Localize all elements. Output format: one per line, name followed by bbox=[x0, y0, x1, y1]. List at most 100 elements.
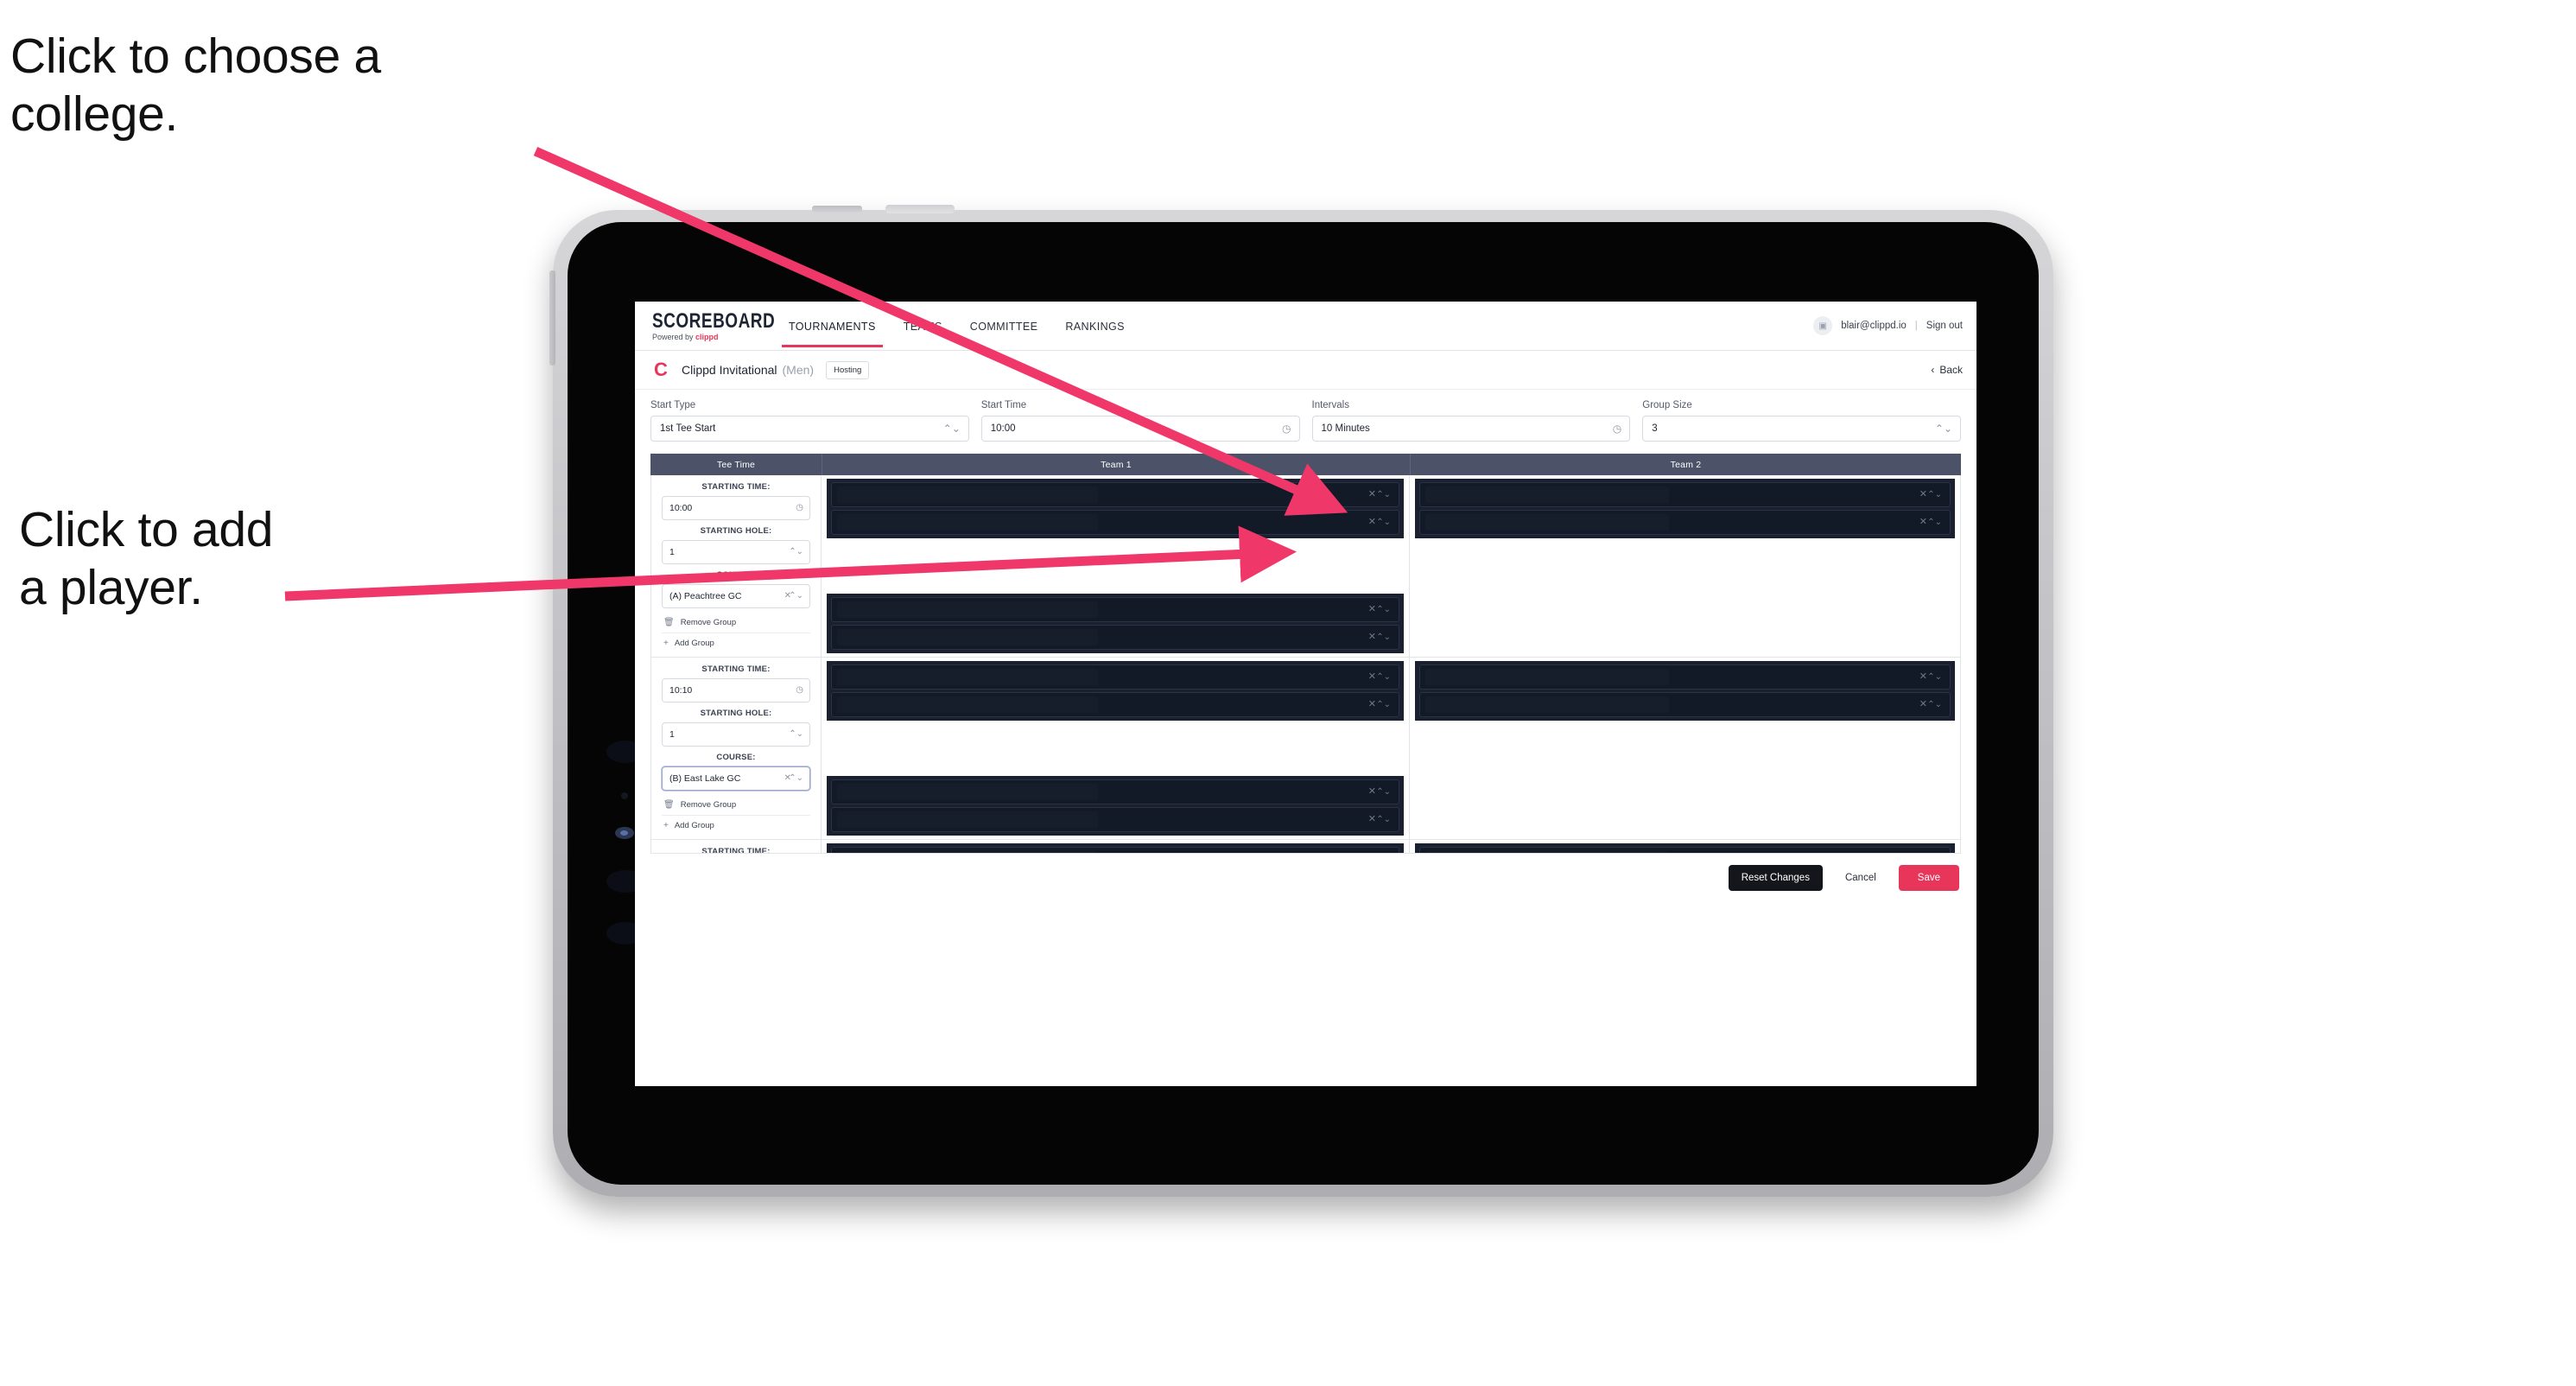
player-select-row[interactable]: ✕⌃⌄ bbox=[831, 510, 1399, 535]
back-button[interactable]: ‹ Back bbox=[1931, 351, 1963, 389]
player-group-team2: ✕⌃⌄✕⌃⌄ bbox=[1415, 661, 1955, 721]
starting-hole-stepper-value: 1 bbox=[669, 547, 675, 557]
starting-hole-label: STARTING HOLE: bbox=[700, 526, 772, 536]
course-select-value: (B) East Lake GC bbox=[669, 773, 741, 784]
player-select-row[interactable]: ✕⌃⌄ bbox=[1419, 692, 1951, 717]
player-group-team1: ✕⌃⌄✕⌃⌄ bbox=[827, 661, 1404, 721]
team-2-cell: ✕⌃⌄✕⌃⌄ bbox=[1410, 658, 1960, 839]
start-type-select[interactable]: 1st Tee Start ⌃⌄ bbox=[650, 416, 969, 442]
clear-icon[interactable]: ✕ bbox=[1368, 815, 1376, 824]
player-select-row[interactable]: ✕⌃⌄ bbox=[1419, 510, 1951, 535]
course-label: COURSE: bbox=[716, 753, 756, 762]
clear-icon[interactable]: ✕ bbox=[1368, 787, 1376, 797]
player-select-row[interactable]: ✕⌃⌄ bbox=[831, 692, 1399, 717]
chevron-updown-icon[interactable]: ⌃⌄ bbox=[1376, 815, 1391, 824]
clear-icon[interactable]: ✕ bbox=[1368, 633, 1376, 642]
course-select-value: (A) Peachtree GC bbox=[669, 591, 742, 601]
add-group-button[interactable]: + Add Group bbox=[662, 635, 810, 652]
player-select-row[interactable]: ✕⌃⌄ bbox=[831, 847, 1399, 853]
tablet-power-button[interactable] bbox=[885, 205, 955, 213]
chevron-updown-icon[interactable]: ⌃⌄ bbox=[789, 774, 803, 783]
tab-teams[interactable]: TEAMS bbox=[890, 305, 956, 347]
player-select-row[interactable]: ✕⌃⌄ bbox=[831, 482, 1399, 507]
starting-hole-stepper-value: 1 bbox=[669, 729, 675, 740]
player-select-row[interactable]: ✕⌃⌄ bbox=[1419, 847, 1951, 853]
clear-icon[interactable]: ✕ bbox=[1919, 518, 1927, 527]
group-size-value: 3 bbox=[1652, 423, 1658, 434]
course-select[interactable]: (A) Peachtree GC ✕ ⌃⌄ bbox=[662, 584, 810, 608]
clock-icon[interactable]: ◷ bbox=[796, 504, 803, 512]
cell-spacer bbox=[827, 538, 1404, 594]
tablet-top-button[interactable] bbox=[812, 206, 862, 213]
scoreboard-logo[interactable]: SCOREBOARD Powered by clippd bbox=[652, 311, 775, 341]
clear-icon[interactable]: ✕ bbox=[1368, 490, 1376, 499]
chevron-updown-icon[interactable]: ⌃⌄ bbox=[1927, 672, 1942, 682]
player-group-team2: ✕⌃⌄✕⌃⌄ bbox=[1415, 843, 1955, 853]
chevron-updown-icon[interactable]: ⌃⌄ bbox=[1376, 672, 1391, 682]
status-badge: Hosting bbox=[826, 360, 870, 379]
player-select-row[interactable]: ✕⌃⌄ bbox=[831, 597, 1399, 622]
tee-time-cell: STARTING TIME: 10:10 ◷ STARTING HOLE: 1 ⌃⌄ COU… bbox=[651, 658, 822, 839]
intervals-value: 10 Minutes bbox=[1321, 423, 1370, 434]
sign-out-link[interactable]: Sign out bbox=[1926, 321, 1963, 331]
remove-group-button[interactable]: 🗑 Remove Group bbox=[662, 797, 810, 813]
tournament-name: Clippd Invitational bbox=[682, 363, 777, 377]
chevron-updown-icon[interactable]: ⌃⌄ bbox=[789, 730, 803, 739]
chevron-updown-icon[interactable]: ⌃⌄ bbox=[1927, 700, 1942, 709]
chevron-updown-icon[interactable]: ⌃⌄ bbox=[1376, 633, 1391, 642]
clear-icon[interactable]: ✕ bbox=[1368, 605, 1376, 614]
chevron-updown-icon[interactable]: ⌃⌄ bbox=[789, 592, 803, 601]
clippd-c-icon: C bbox=[654, 359, 668, 380]
player-select-row[interactable]: ✕⌃⌄ bbox=[1419, 482, 1951, 507]
player-select-row[interactable]: ✕⌃⌄ bbox=[1419, 664, 1951, 690]
remove-group-button[interactable]: 🗑 Remove Group bbox=[662, 614, 810, 631]
start-time-input[interactable]: 10:00 ◷ bbox=[980, 416, 1300, 442]
tab-committee[interactable]: COMMITTEE bbox=[956, 305, 1052, 347]
clear-icon[interactable]: ✕ bbox=[1919, 490, 1927, 499]
chevron-updown-icon[interactable]: ⌃⌄ bbox=[1376, 490, 1391, 499]
chevron-updown-icon[interactable]: ⌃⌄ bbox=[1376, 700, 1391, 709]
tab-tournaments[interactable]: TOURNAMENTS bbox=[775, 305, 890, 347]
player-select-row[interactable]: ✕⌃⌄ bbox=[831, 625, 1399, 650]
field-intervals-label: Intervals bbox=[1311, 400, 1349, 410]
tee-sheet-table-body[interactable]: STARTING TIME: 10:00 ◷ STARTING HOLE: 1 ⌃⌄ COU… bbox=[650, 475, 1961, 854]
player-select-row[interactable]: ✕⌃⌄ bbox=[831, 664, 1399, 690]
column-header-team-2: Team 2 bbox=[1670, 459, 1702, 470]
starting-hole-stepper[interactable]: 1 ⌃⌄ bbox=[662, 540, 810, 564]
player-select-row[interactable]: ✕⌃⌄ bbox=[831, 807, 1399, 832]
avatar[interactable]: ▣ bbox=[1813, 316, 1833, 335]
team-1-cell: ✕ ⌃⌄ ✕ ⌃⌄ ✕ ⌃⌄ ✕ ⌃⌄ bbox=[822, 658, 1410, 839]
clear-icon[interactable]: ✕ bbox=[1368, 518, 1376, 527]
tab-rankings[interactable]: RANKINGS bbox=[1051, 305, 1139, 347]
clock-icon[interactable]: ◷ bbox=[796, 686, 803, 695]
start-type-value: 1st Tee Start bbox=[660, 423, 716, 434]
field-intervals: Intervals 10 Minutes ◷ bbox=[1311, 400, 1631, 442]
chevron-updown-icon[interactable]: ⌃⌄ bbox=[1927, 490, 1942, 499]
clock-icon: ◷ bbox=[1612, 423, 1622, 435]
clear-icon[interactable]: ✕ bbox=[1919, 672, 1927, 682]
clear-icon[interactable]: ✕ bbox=[1368, 700, 1376, 709]
group-size-stepper[interactable]: 3 ⌃⌄ bbox=[1642, 416, 1961, 442]
chevron-updown-icon[interactable]: ⌃⌄ bbox=[1927, 518, 1942, 527]
clear-icon[interactable]: ✕ bbox=[1919, 700, 1927, 709]
tablet-volume-button[interactable] bbox=[549, 270, 555, 366]
logo-subtitle-brand: clippd bbox=[695, 332, 719, 341]
reset-changes-button[interactable]: Reset Changes bbox=[1728, 865, 1823, 891]
start-time-value: 10:00 bbox=[990, 423, 1016, 434]
player-select-row[interactable]: ✕⌃⌄ bbox=[831, 779, 1399, 804]
clear-icon[interactable]: ✕ bbox=[1368, 672, 1376, 682]
back-button-label: Back bbox=[1939, 364, 1963, 376]
cancel-button[interactable]: Cancel bbox=[1835, 865, 1887, 891]
intervals-input[interactable]: 10 Minutes ◷ bbox=[1311, 416, 1631, 442]
starting-time-input[interactable]: 10:10 ◷ bbox=[662, 678, 810, 703]
starting-hole-stepper[interactable]: 1 ⌃⌄ bbox=[662, 722, 810, 747]
starting-time-input[interactable]: 10:00 ◷ bbox=[662, 496, 810, 520]
chevron-updown-icon[interactable]: ⌃⌄ bbox=[1376, 605, 1391, 614]
chevron-updown-icon[interactable]: ⌃⌄ bbox=[1376, 518, 1391, 527]
save-button[interactable]: Save bbox=[1898, 865, 1959, 891]
add-group-button[interactable]: + Add Group bbox=[662, 817, 810, 834]
course-select[interactable]: (B) East Lake GC ✕ ⌃⌄ bbox=[662, 766, 810, 791]
chevron-updown-icon[interactable]: ⌃⌄ bbox=[789, 548, 803, 556]
chevron-updown-icon[interactable]: ⌃⌄ bbox=[1376, 787, 1391, 797]
starting-time-input-value: 10:00 bbox=[669, 503, 693, 513]
